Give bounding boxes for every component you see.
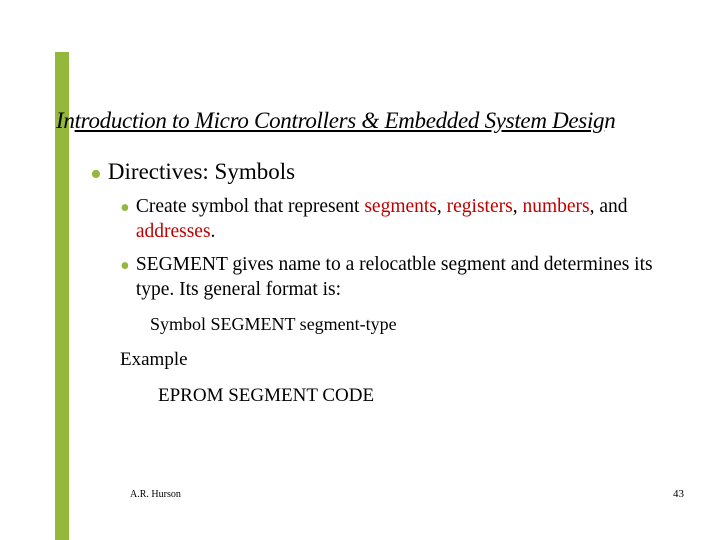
bullet-level2: • SEGMENT gives name to a relocatble seg… [120,252,690,302]
page-title: Introduction to Micro Controllers & Embe… [56,108,615,134]
bullet-level1: • Directives: Symbols [90,158,690,186]
bullet-item-1: Create symbol that represent segments, r… [136,194,690,244]
title-prefix: In [56,108,75,133]
footer-author: A.R. Hurson [130,489,181,500]
bullet-level2: • Create symbol that represent segments,… [120,194,690,244]
title-suffix: n [604,108,615,133]
kw: addresses [136,221,211,242]
example-code: EPROM SEGMENT CODE [158,385,690,407]
bullet-icon: • [90,164,102,186]
bullet-icon: • [120,260,130,274]
kw: registers [447,196,513,217]
syntax-line: Symbol SEGMENT segment-type [150,314,690,335]
title-mid: troduction to Micro Controllers & Embedd… [75,108,605,133]
content: • Directives: Symbols • Create symbol th… [90,158,690,407]
t: , [437,196,447,217]
t: , and [590,196,628,217]
bullet-item-2: SEGMENT gives name to a relocatble segme… [136,252,690,302]
kw: numbers [522,196,589,217]
bullet-icon: • [120,202,130,216]
heading-text: Directives: Symbols [108,158,295,186]
page-number: 43 [673,488,684,500]
t: , [513,196,523,217]
example-label: Example [120,349,690,371]
t: Create symbol that represent [136,196,365,217]
t: . [211,221,216,242]
kw: segments [364,196,437,217]
